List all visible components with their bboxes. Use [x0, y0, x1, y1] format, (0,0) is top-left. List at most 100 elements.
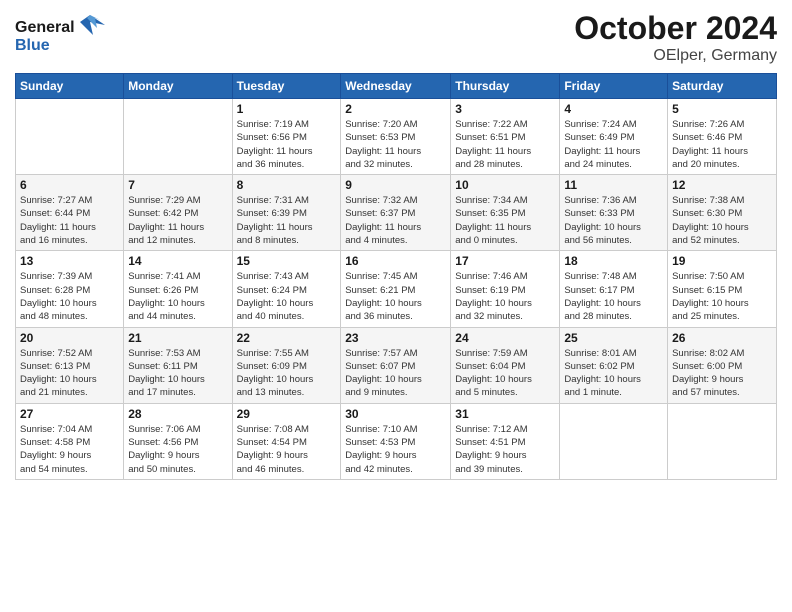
calendar-cell: 28 Sunrise: 7:06 AM Sunset: 4:56 PM Dayli…	[124, 403, 232, 479]
day-number: 17	[455, 254, 555, 268]
calendar-cell: 13Sunrise: 7:39 AM Sunset: 6:28 PM Dayli…	[16, 251, 124, 327]
day-info: Sunrise: 8:02 AM Sunset: 6:00 PM Dayligh…	[672, 347, 772, 400]
day-number: 6	[20, 178, 119, 192]
calendar-week-row: 1Sunrise: 7:19 AM Sunset: 6:56 PM Daylig…	[16, 99, 777, 175]
day-info: Sunrise: 7:45 AM Sunset: 6:21 PM Dayligh…	[345, 270, 446, 323]
day-info: Sunrise: 7:50 AM Sunset: 6:15 PM Dayligh…	[672, 270, 772, 323]
calendar-cell: 22Sunrise: 7:55 AM Sunset: 6:09 PM Dayli…	[232, 327, 341, 403]
calendar-cell: 6Sunrise: 7:27 AM Sunset: 6:44 PM Daylig…	[16, 175, 124, 251]
day-info: Sunrise: 7:34 AM Sunset: 6:35 PM Dayligh…	[455, 194, 555, 247]
day-info: Sunrise: 7:48 AM Sunset: 6:17 PM Dayligh…	[564, 270, 663, 323]
day-number: 26	[672, 331, 772, 345]
header-thursday: Thursday	[451, 74, 560, 99]
day-number: 19	[672, 254, 772, 268]
title-area: October 2024 OElper, Germany	[574, 10, 777, 65]
calendar-cell: 19 Sunrise: 7:50 AM Sunset: 6:15 PM Dayli…	[668, 251, 777, 327]
svg-text:Blue: Blue	[15, 37, 50, 54]
day-number: 29	[237, 407, 337, 421]
day-info: Sunrise: 7:43 AM Sunset: 6:24 PM Dayligh…	[237, 270, 337, 323]
logo: General Blue	[15, 10, 105, 60]
day-number: 10	[455, 178, 555, 192]
calendar-cell: 25 Sunrise: 8:01 AM Sunset: 6:02 PM Dayli…	[560, 327, 668, 403]
calendar-week-row: 27 Sunrise: 7:04 AM Sunset: 4:58 PM Dayli…	[16, 403, 777, 479]
calendar-cell: 30 Sunrise: 7:10 AM Sunset: 4:53 PM Dayli…	[341, 403, 451, 479]
calendar-week-row: 13Sunrise: 7:39 AM Sunset: 6:28 PM Dayli…	[16, 251, 777, 327]
day-info: Sunrise: 7:32 AM Sunset: 6:37 PM Dayligh…	[345, 194, 446, 247]
calendar-cell: 10 Sunrise: 7:34 AM Sunset: 6:35 PM Dayli…	[451, 175, 560, 251]
day-number: 28	[128, 407, 227, 421]
header-monday: Monday	[124, 74, 232, 99]
day-info: Sunrise: 7:29 AM Sunset: 6:42 PM Dayligh…	[128, 194, 227, 247]
day-number: 1	[237, 102, 337, 116]
calendar-cell: 21Sunrise: 7:53 AM Sunset: 6:11 PM Dayli…	[124, 327, 232, 403]
day-info: Sunrise: 7:24 AM Sunset: 6:49 PM Dayligh…	[564, 118, 663, 171]
calendar-cell	[124, 99, 232, 175]
calendar-cell: 17 Sunrise: 7:46 AM Sunset: 6:19 PM Dayli…	[451, 251, 560, 327]
day-info: Sunrise: 8:01 AM Sunset: 6:02 PM Dayligh…	[564, 347, 663, 400]
day-info: Sunrise: 7:31 AM Sunset: 6:39 PM Dayligh…	[237, 194, 337, 247]
calendar-cell: 15 Sunrise: 7:43 AM Sunset: 6:24 PM Dayli…	[232, 251, 341, 327]
calendar-cell: 20 Sunrise: 7:52 AM Sunset: 6:13 PM Dayli…	[16, 327, 124, 403]
calendar-cell: 2 Sunrise: 7:20 AM Sunset: 6:53 PM Daylig…	[341, 99, 451, 175]
calendar-cell: 23Sunrise: 7:57 AM Sunset: 6:07 PM Dayli…	[341, 327, 451, 403]
day-info: Sunrise: 7:52 AM Sunset: 6:13 PM Dayligh…	[20, 347, 119, 400]
day-info: Sunrise: 7:22 AM Sunset: 6:51 PM Dayligh…	[455, 118, 555, 171]
day-number: 25	[564, 331, 663, 345]
day-number: 15	[237, 254, 337, 268]
calendar-cell: 29 Sunrise: 7:08 AM Sunset: 4:54 PM Dayli…	[232, 403, 341, 479]
day-number: 11	[564, 178, 663, 192]
header-saturday: Saturday	[668, 74, 777, 99]
calendar-cell: 5 Sunrise: 7:26 AM Sunset: 6:46 PM Daylig…	[668, 99, 777, 175]
calendar-cell: 31Sunrise: 7:12 AM Sunset: 4:51 PM Dayli…	[451, 403, 560, 479]
day-number: 13	[20, 254, 119, 268]
day-number: 18	[564, 254, 663, 268]
day-number: 5	[672, 102, 772, 116]
page-container: General Blue October 2024 OElper, German…	[0, 0, 792, 485]
day-number: 24	[455, 331, 555, 345]
day-number: 9	[345, 178, 446, 192]
calendar-header-row: Sunday Monday Tuesday Wednesday Thursday…	[16, 74, 777, 99]
day-number: 30	[345, 407, 446, 421]
calendar-cell: 24 Sunrise: 7:59 AM Sunset: 6:04 PM Dayli…	[451, 327, 560, 403]
calendar-cell	[668, 403, 777, 479]
day-info: Sunrise: 7:04 AM Sunset: 4:58 PM Dayligh…	[20, 423, 119, 476]
day-number: 16	[345, 254, 446, 268]
calendar-cell: 14 Sunrise: 7:41 AM Sunset: 6:26 PM Dayli…	[124, 251, 232, 327]
day-info: Sunrise: 7:08 AM Sunset: 4:54 PM Dayligh…	[237, 423, 337, 476]
day-number: 14	[128, 254, 227, 268]
calendar-cell	[560, 403, 668, 479]
calendar-cell: 1Sunrise: 7:19 AM Sunset: 6:56 PM Daylig…	[232, 99, 341, 175]
day-number: 27	[20, 407, 119, 421]
day-info: Sunrise: 7:59 AM Sunset: 6:04 PM Dayligh…	[455, 347, 555, 400]
day-number: 23	[345, 331, 446, 345]
calendar-cell: 27 Sunrise: 7:04 AM Sunset: 4:58 PM Dayli…	[16, 403, 124, 479]
calendar-cell: 9 Sunrise: 7:32 AM Sunset: 6:37 PM Daylig…	[341, 175, 451, 251]
day-info: Sunrise: 7:26 AM Sunset: 6:46 PM Dayligh…	[672, 118, 772, 171]
calendar-cell: 3Sunrise: 7:22 AM Sunset: 6:51 PM Daylig…	[451, 99, 560, 175]
day-number: 2	[345, 102, 446, 116]
day-info: Sunrise: 7:55 AM Sunset: 6:09 PM Dayligh…	[237, 347, 337, 400]
calendar-week-row: 6Sunrise: 7:27 AM Sunset: 6:44 PM Daylig…	[16, 175, 777, 251]
header-friday: Friday	[560, 74, 668, 99]
day-info: Sunrise: 7:53 AM Sunset: 6:11 PM Dayligh…	[128, 347, 227, 400]
calendar-week-row: 20 Sunrise: 7:52 AM Sunset: 6:13 PM Dayli…	[16, 327, 777, 403]
calendar-cell: 11 Sunrise: 7:36 AM Sunset: 6:33 PM Dayli…	[560, 175, 668, 251]
calendar-cell: 4 Sunrise: 7:24 AM Sunset: 6:49 PM Daylig…	[560, 99, 668, 175]
calendar-cell	[16, 99, 124, 175]
day-number: 4	[564, 102, 663, 116]
day-info: Sunrise: 7:46 AM Sunset: 6:19 PM Dayligh…	[455, 270, 555, 323]
day-info: Sunrise: 7:41 AM Sunset: 6:26 PM Dayligh…	[128, 270, 227, 323]
month-title: October 2024	[574, 10, 777, 47]
day-info: Sunrise: 7:10 AM Sunset: 4:53 PM Dayligh…	[345, 423, 446, 476]
header-tuesday: Tuesday	[232, 74, 341, 99]
location-title: OElper, Germany	[574, 47, 777, 65]
calendar-cell: 7Sunrise: 7:29 AM Sunset: 6:42 PM Daylig…	[124, 175, 232, 251]
header: General Blue October 2024 OElper, German…	[15, 10, 777, 65]
calendar-cell: 12Sunrise: 7:38 AM Sunset: 6:30 PM Dayli…	[668, 175, 777, 251]
day-info: Sunrise: 7:12 AM Sunset: 4:51 PM Dayligh…	[455, 423, 555, 476]
day-info: Sunrise: 7:36 AM Sunset: 6:33 PM Dayligh…	[564, 194, 663, 247]
day-number: 20	[20, 331, 119, 345]
svg-text:General: General	[15, 19, 75, 36]
day-info: Sunrise: 7:20 AM Sunset: 6:53 PM Dayligh…	[345, 118, 446, 171]
day-info: Sunrise: 7:06 AM Sunset: 4:56 PM Dayligh…	[128, 423, 227, 476]
